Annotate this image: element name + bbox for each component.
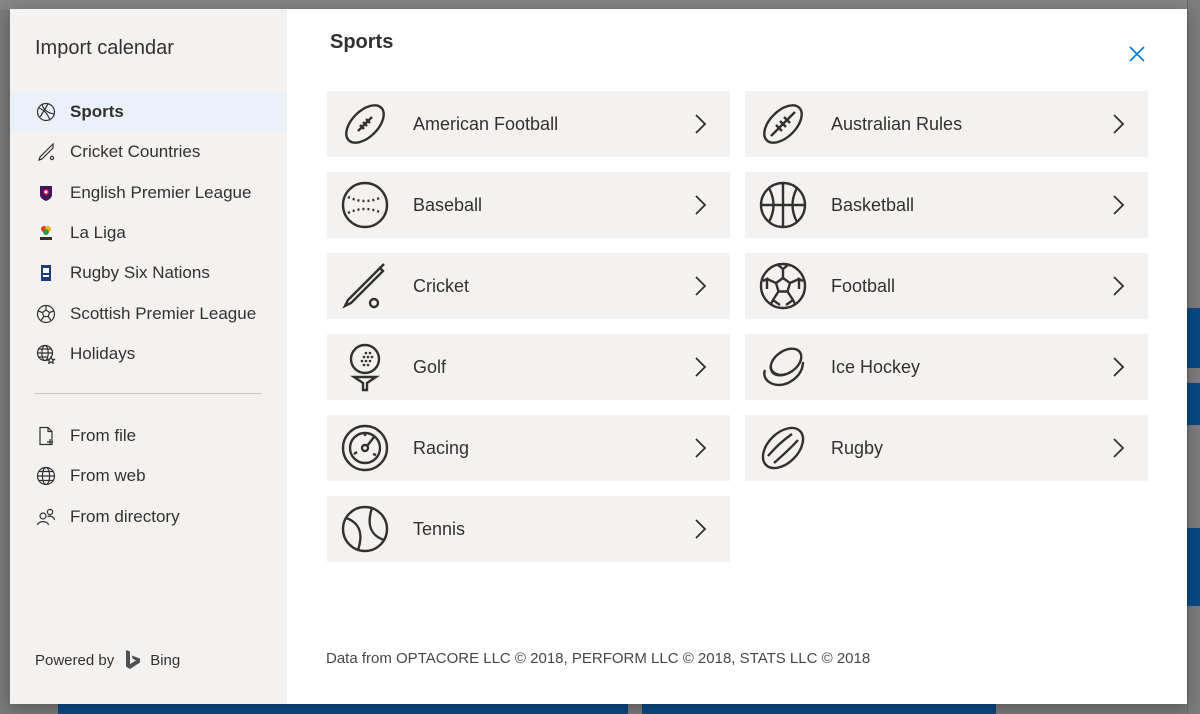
sidebar-item-label: La Liga <box>70 223 126 243</box>
sidebar-item-sports[interactable]: Sports <box>10 92 287 133</box>
sport-card-label: Tennis <box>413 518 466 539</box>
powered-by-label: Powered by <box>35 651 115 669</box>
chevron-right-icon <box>695 357 707 377</box>
sport-card-label: Baseball <box>413 194 483 215</box>
sidebar: Import calendar Sports Cricket Countries… <box>10 9 287 704</box>
sport-card-label: Golf <box>413 356 447 377</box>
people-icon <box>35 506 57 528</box>
sports-grid: American Football Australian Rules Baseb… <box>327 91 1148 562</box>
import-calendar-dialog: Import calendar Sports Cricket Countries… <box>10 9 1187 704</box>
soccer-ball-icon <box>758 261 808 311</box>
sidebar-item-from-web[interactable]: From web <box>10 456 287 496</box>
golf-icon <box>340 342 390 392</box>
sport-card-label: Ice Hockey <box>831 356 921 377</box>
dialog-title: Import calendar <box>35 37 174 59</box>
close-icon <box>1129 46 1145 62</box>
baseball-icon <box>340 180 390 230</box>
chevron-right-icon <box>695 519 707 539</box>
divider <box>35 393 261 394</box>
la-liga-icon <box>35 222 57 244</box>
chevron-right-icon <box>695 195 707 215</box>
hockey-puck-icon <box>758 342 808 392</box>
category-list: Sports Cricket Countries English Premier… <box>10 92 287 374</box>
sport-card-label: Rugby <box>831 437 884 458</box>
australian-rules-icon <box>758 99 808 149</box>
powered-by: Powered by Bing <box>35 649 180 671</box>
sports-icon <box>35 101 57 123</box>
cricket-bat-icon <box>340 261 390 311</box>
sidebar-item-label: Scottish Premier League <box>70 303 257 323</box>
sport-card-label: Cricket <box>413 275 470 296</box>
cricket-icon <box>35 141 57 163</box>
bing-logo-icon <box>124 649 142 671</box>
sidebar-item-rugby-six-nations[interactable]: Rugby Six Nations <box>10 253 287 293</box>
speedometer-icon <box>340 423 390 473</box>
globe-star-icon <box>35 343 57 365</box>
chevron-right-icon <box>695 114 707 134</box>
calendar-event <box>58 704 628 714</box>
chevron-right-icon <box>1113 195 1125 215</box>
sport-card-basketball[interactable]: Basketball <box>745 172 1148 238</box>
premier-league-icon <box>35 182 57 204</box>
sport-card-label: Football <box>831 275 896 296</box>
sidebar-item-from-file[interactable]: From file <box>10 416 287 456</box>
sidebar-item-label: Rugby Six Nations <box>70 263 210 283</box>
basketball-icon <box>758 180 808 230</box>
calendar-event <box>1187 528 1200 606</box>
chevron-right-icon <box>695 276 707 296</box>
sport-card-tennis[interactable]: Tennis <box>327 496 730 562</box>
calendar-event <box>1187 383 1200 425</box>
sport-card-label: Racing <box>413 437 470 458</box>
close-button[interactable] <box>1127 44 1147 64</box>
calendar-event <box>1187 308 1200 368</box>
chevron-right-icon <box>1113 357 1125 377</box>
source-list: From file From web From directory <box>10 416 287 537</box>
sport-card-football[interactable]: Football <box>745 253 1148 319</box>
sidebar-item-label: From file <box>70 426 137 446</box>
sport-card-american-football[interactable]: American Football <box>327 91 730 157</box>
sidebar-item-english-premier-league[interactable]: English Premier League <box>10 173 287 213</box>
sidebar-item-label: English Premier League <box>70 182 252 202</box>
sidebar-item-holidays[interactable]: Holidays <box>10 334 287 374</box>
sidebar-item-label: Cricket Countries <box>70 142 201 162</box>
sidebar-item-label: From directory <box>70 506 180 526</box>
main-panel: Sports American Football Australian Rule… <box>287 9 1187 704</box>
chevron-right-icon <box>1113 276 1125 296</box>
tennis-ball-icon <box>340 504 390 554</box>
american-football-icon <box>340 99 390 149</box>
sidebar-item-label: Sports <box>70 102 124 122</box>
sidebar-item-from-directory[interactable]: From directory <box>10 497 287 537</box>
chevron-right-icon <box>695 438 707 458</box>
sidebar-item-scottish-premier-league[interactable]: Scottish Premier League <box>10 293 287 333</box>
sport-card-golf[interactable]: Golf <box>327 334 730 400</box>
sport-card-australian-rules[interactable]: Australian Rules <box>745 91 1148 157</box>
sidebar-item-cricket-countries[interactable]: Cricket Countries <box>10 132 287 172</box>
sport-card-label: Australian Rules <box>831 113 963 134</box>
sport-card-label: American Football <box>413 113 559 134</box>
file-icon <box>35 425 57 447</box>
sport-card-racing[interactable]: Racing <box>327 415 730 481</box>
football-icon <box>35 303 57 325</box>
chevron-right-icon <box>1113 438 1125 458</box>
sport-card-baseball[interactable]: Baseball <box>327 172 730 238</box>
sport-card-ice-hockey[interactable]: Ice Hockey <box>745 334 1148 400</box>
calendar-event <box>642 704 996 714</box>
rugby-ball-icon <box>758 423 808 473</box>
sidebar-item-label: Holidays <box>70 343 136 363</box>
sidebar-item-label: From web <box>70 466 146 486</box>
sport-card-cricket[interactable]: Cricket <box>327 253 730 319</box>
sport-card-label: Basketball <box>831 194 915 215</box>
six-nations-icon <box>35 262 57 284</box>
sport-card-rugby[interactable]: Rugby <box>745 415 1148 481</box>
page-title: Sports <box>330 31 394 53</box>
chevron-right-icon <box>1113 114 1125 134</box>
sidebar-item-la-liga[interactable]: La Liga <box>10 213 287 253</box>
bing-label: Bing <box>150 651 181 669</box>
globe-icon <box>35 465 57 487</box>
data-attribution: Data from OPTACORE LLC © 2018, PERFORM L… <box>326 650 871 667</box>
